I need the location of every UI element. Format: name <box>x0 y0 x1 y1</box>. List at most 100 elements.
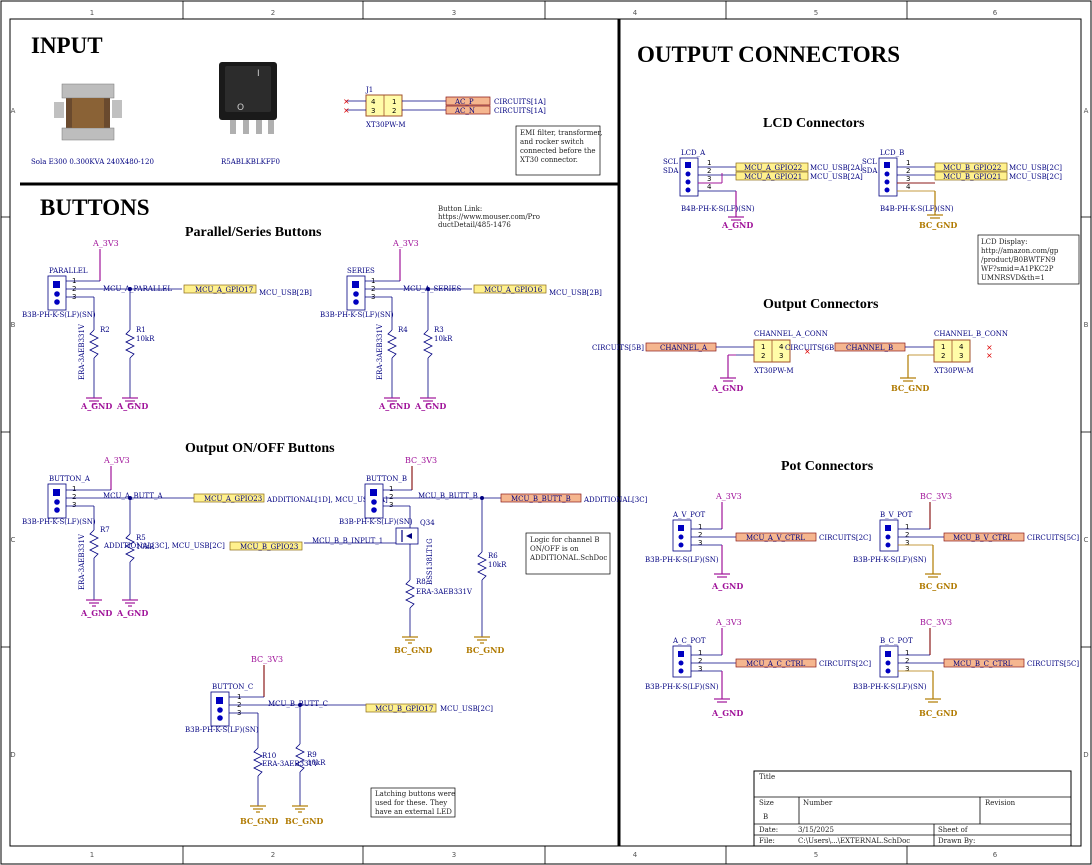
net-ac-p: AC_P <box>454 98 474 106</box>
channel-a-sheet-out: CIRCUITS[6B] <box>785 344 837 352</box>
j1-part: XT30PW-M <box>366 121 406 129</box>
lcd-b-part: B4B-PH-K-S(LF)(SN) <box>880 205 954 213</box>
button-c-power-label: BC_3V3 <box>251 655 283 664</box>
button-a-tvs-part: ERA-3AEB331V <box>78 533 86 590</box>
zone-col-5-bottom: 5 <box>814 851 818 859</box>
b-v-pot-sheet: CIRCUITS[5C] <box>1027 534 1079 542</box>
button-b-power-label: BC_3V3 <box>405 456 437 465</box>
lcd-note-line-2: http://amazon.com/gp <box>981 247 1059 255</box>
button-c-pd-val: 10kR <box>307 759 326 767</box>
zone-row-a-right: A <box>1084 107 1089 115</box>
svg-text:×: × <box>343 97 350 106</box>
transformer-caption: Sola E300 0.300KVA 240X480-120 <box>31 158 154 166</box>
button-c-sheet: MCU_USB[2C] <box>440 705 493 713</box>
q34-port: MCU_B_GPIO23 <box>240 543 298 551</box>
lcd-note-line-1: LCD Display: <box>981 238 1028 246</box>
sheet-ref-ac-n: CIRCUITS[1A] <box>494 107 546 115</box>
q34-ref: Q34 <box>420 519 435 527</box>
lcd-a-gnd: A_GND <box>721 220 753 230</box>
button-b-net: MCU_B_BUTT_B <box>418 492 478 500</box>
subsection-pot-connectors: Pot Connectors <box>781 459 874 474</box>
title-block: Title Size B Number Revision Date: 3/15/… <box>753 770 1072 847</box>
svg-text:1: 1 <box>392 98 396 106</box>
svg-text:×: × <box>986 351 993 360</box>
latch-note-line-3: have an external LED <box>375 808 452 816</box>
button-b-part: B3B-PH-K-S(LF)(SN) <box>339 518 413 526</box>
zone-col-4-bottom: 4 <box>633 851 638 859</box>
svg-text:2: 2 <box>905 531 909 539</box>
svg-text:3: 3 <box>72 501 76 509</box>
button-a-gnd-1: A_GND <box>80 608 112 618</box>
b-c-pot-power: BC_3V3 <box>920 618 952 627</box>
button-a-tvs-ref: R7 <box>100 526 110 534</box>
parallel-tvs-ref: R2 <box>100 326 110 334</box>
a-c-pot-gnd: A_GND <box>711 708 743 718</box>
latch-note-line-2: used for these. They <box>375 799 447 807</box>
button-c-net: MCU_B_BUTT_C <box>268 700 328 708</box>
zone-row-c: C <box>11 536 16 544</box>
sheet-label: Sheet of <box>938 826 969 834</box>
svg-text:1: 1 <box>905 649 909 657</box>
svg-text:4: 4 <box>906 183 911 191</box>
date-value: 3/15/2025 <box>798 826 834 834</box>
button-a-pd-ref: R5 <box>136 534 146 542</box>
svg-text:1: 1 <box>905 523 909 531</box>
q34-sheet: ADDITIONAL[3C], MCU_USB[2C] <box>103 542 225 550</box>
svg-text:3: 3 <box>371 107 375 115</box>
zone-col-2: 2 <box>271 9 275 17</box>
svg-text:3: 3 <box>905 539 909 547</box>
a-v-pot-port: MCU_A_V_CTRL <box>746 534 805 542</box>
svg-text:2: 2 <box>905 657 909 665</box>
file-value: C:\Users\...\EXTERNAL.SchDoc <box>798 837 910 845</box>
lcd-b-ref: LCD_B <box>880 149 904 157</box>
channel-a-part: XT30PW-M <box>754 367 794 375</box>
date-label: Date: <box>759 826 778 834</box>
a-v-pot-gnd: A_GND <box>711 581 743 591</box>
subsection-lcd-connectors: LCD Connectors <box>763 116 865 131</box>
parallel-part: B3B-PH-K-S(LF)(SN) <box>22 311 96 319</box>
a-c-pot-power: A_3V3 <box>715 618 742 627</box>
series-gnd-1: A_GND <box>378 401 410 411</box>
lcd-a-port-1: MCU_A_GPIO22 <box>744 164 802 172</box>
size-label: Size <box>759 799 774 807</box>
parallel-gnd-1: A_GND <box>80 401 112 411</box>
a-v-pot-part: B3B-PH-K-S(LF)(SN) <box>645 556 719 564</box>
svg-text:3: 3 <box>959 352 963 360</box>
b-c-pot-sheet: CIRCUITS[5C] <box>1027 660 1079 668</box>
a-c-pot-port: MCU_A_C_CTRL <box>746 660 806 668</box>
channel-b-note-line-3: ADDITIONAL.SchDoc <box>529 554 607 562</box>
q34-net-in: MCU_B_B_INPUT_1 <box>312 537 383 545</box>
svg-text:2: 2 <box>72 493 76 501</box>
a-c-pot-part: B3B-PH-K-S(LF)(SN) <box>645 683 719 691</box>
svg-text:2: 2 <box>761 352 765 360</box>
zone-col-3: 3 <box>452 9 456 17</box>
button-link-line-1: Button Link: <box>438 205 482 213</box>
zone-row-d: D <box>10 751 15 759</box>
zone-col-5: 5 <box>814 9 818 17</box>
button-b-tvs-part: ERA-3AEB331V <box>416 588 473 596</box>
a-c-pot-sheet: CIRCUITS[2C] <box>819 660 871 668</box>
b-c-pot-gnd: BC_GND <box>919 708 957 718</box>
a-v-pot-ref: A_V_POT <box>672 511 706 519</box>
sheet-ref-ac-p: CIRCUITS[1A] <box>494 98 546 106</box>
b-v-pot-power: BC_3V3 <box>920 492 952 501</box>
zone-row-b-right: B <box>1084 321 1089 329</box>
button-b-gnd-2: BC_GND <box>466 645 504 655</box>
series-net: MCU_A_SERIES <box>403 285 462 293</box>
zone-col-2-bottom: 2 <box>271 851 275 859</box>
b-c-pot-port: MCU_B_C_CTRL <box>953 660 1013 668</box>
button-a-part: B3B-PH-K-S(LF)(SN) <box>22 518 96 526</box>
b-c-pot-part: B3B-PH-K-S(LF)(SN) <box>853 683 927 691</box>
series-power-label: A_3V3 <box>392 239 419 248</box>
channel-b-part: XT30PW-M <box>934 367 974 375</box>
lcd-b-sheet-1: MCU_USB[2C] <box>1009 164 1062 172</box>
lcd-a-scl: SCL <box>663 158 678 166</box>
parallel-sheet: MCU_USB[2B] <box>259 289 312 297</box>
button-b-tvs-ref: R8 <box>416 578 426 586</box>
zone-row-c-right: C <box>1084 536 1089 544</box>
parallel-power-label: A_3V3 <box>92 239 119 248</box>
channel-b-note-line-1: Logic for channel B <box>530 536 599 544</box>
button-b-port: MCU_B_BUTT_B <box>511 495 571 503</box>
button-c-port: MCU_B_GPIO17 <box>375 705 433 713</box>
button-a-net: MCU_A_BUTT_A <box>103 492 163 500</box>
